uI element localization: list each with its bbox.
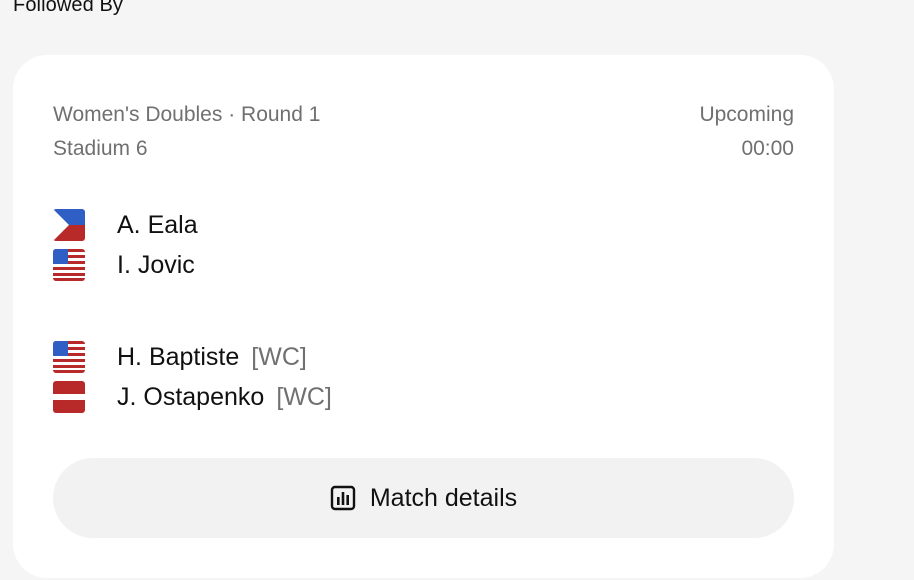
philippines-flag-icon xyxy=(53,209,85,241)
player-name: I. Jovic xyxy=(117,250,195,279)
latvia-flag-icon xyxy=(53,381,85,413)
wildcard-badge: [WC] xyxy=(251,342,307,371)
bar-chart-icon xyxy=(330,485,356,511)
event-round-label: Women's Doubles · Round 1 xyxy=(53,103,321,126)
player-row[interactable]: H. Baptiste [WC] xyxy=(53,337,332,377)
match-details-label: Match details xyxy=(369,483,518,512)
player-name: H. Baptiste xyxy=(117,342,240,371)
usa-flag-icon xyxy=(53,341,85,373)
match-card[interactable]: Women's Doubles · Round 1 Stadium 6 Upco… xyxy=(13,55,834,578)
player-row[interactable]: J. Ostapenko [WC] xyxy=(53,377,332,417)
player-row[interactable]: A. Eala xyxy=(53,205,198,245)
usa-flag-icon xyxy=(53,249,85,281)
section-title: Followed By xyxy=(13,0,124,16)
team-2: H. Baptiste [WC] J. Ostapenko [WC] xyxy=(53,337,332,417)
team-1: A. Eala I. Jovic xyxy=(53,205,198,285)
court-label: Stadium 6 xyxy=(53,137,148,160)
player-name: J. Ostapenko xyxy=(117,382,265,411)
match-meta-left: Women's Doubles · Round 1 Stadium 6 xyxy=(53,98,320,166)
match-status-label: Upcoming xyxy=(699,103,794,126)
player-row[interactable]: I. Jovic xyxy=(53,245,198,285)
match-meta-right: Upcoming 00:00 xyxy=(699,98,794,166)
player-name: A. Eala xyxy=(117,210,198,239)
wildcard-badge: [WC] xyxy=(276,382,332,411)
match-details-button[interactable]: Match details xyxy=(53,458,794,538)
match-time-label: 00:00 xyxy=(741,137,794,160)
